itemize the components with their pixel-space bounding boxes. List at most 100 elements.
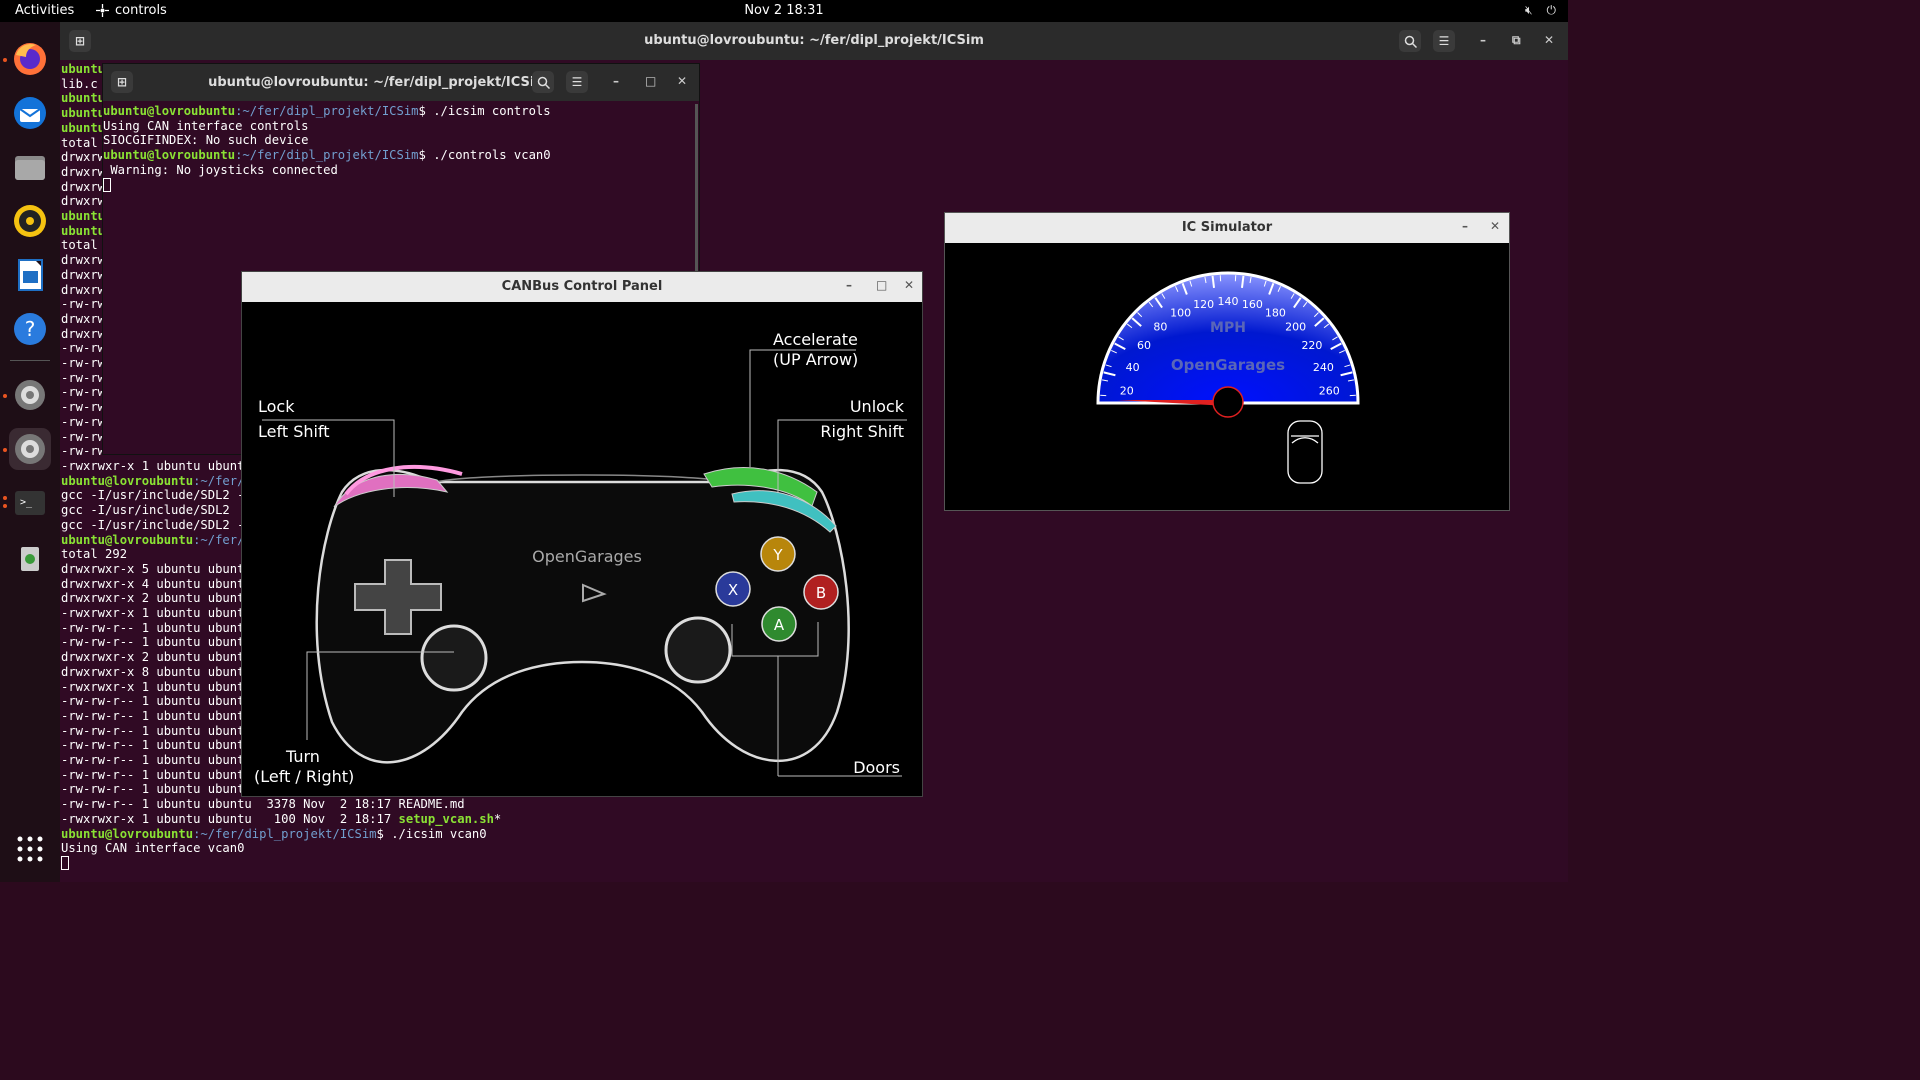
new-tab-button[interactable]: ⊞ (111, 71, 133, 93)
controls-app-icon (96, 4, 109, 17)
gauge-tick-label: 180 (1265, 307, 1286, 320)
terminal-header: ⊞ ubuntu@lovroubuntu: ~/fer/dipl_projekt… (60, 22, 1568, 60)
gauge-tick-label: 160 (1242, 298, 1263, 311)
terminal-line: ubuntu (61, 91, 106, 106)
terminal-line: lib.c (61, 76, 98, 91)
gauge-tick-label: 220 (1301, 339, 1322, 352)
power-icon: ⏻ (1546, 3, 1557, 17)
close-button[interactable]: ✕ (1544, 33, 1554, 47)
cursor (61, 856, 69, 870)
settings-icon[interactable] (9, 374, 51, 416)
accelerate-label: Accelerate (773, 330, 858, 349)
terminal-line: Using CAN interface vcan0 (61, 841, 245, 856)
terminal-line: -rw-rw-r-- 1 ubuntu ubuntu 3378 Nov 2 18… (61, 797, 465, 812)
terminal-line: drwxrw (61, 326, 106, 341)
thunderbird-icon[interactable] (9, 92, 51, 134)
firefox-icon[interactable] (9, 38, 51, 80)
close-button[interactable]: ✕ (1490, 219, 1500, 233)
help-icon[interactable]: ? (9, 308, 51, 350)
terminal-line: ubuntu@lovroubuntu:~/fer/dipl_projekt/IC… (61, 826, 487, 841)
lock-label: Lock (258, 397, 295, 416)
volume-muted-icon: 🔇︎ (1524, 3, 1533, 17)
system-tray[interactable]: 🔇︎ ⏻ (1525, 3, 1556, 18)
minimize-button[interactable]: – (1462, 219, 1468, 233)
writer-icon[interactable] (9, 254, 51, 296)
gauge-tick-label: 60 (1137, 339, 1151, 352)
terminal-line: total (61, 135, 98, 150)
dock: ? >_ (0, 22, 60, 882)
search-button[interactable] (1399, 30, 1421, 52)
terminal-line: drwxrw (61, 164, 106, 179)
terminal-output-partial: ubuntu lib.c ubuntu ubuntu ubuntu total drwxrw… (61, 62, 105, 459)
terminal-line: ubuntu (61, 120, 106, 135)
terminal-line: Using CAN interface controls (103, 118, 309, 133)
show-apps-icon[interactable] (9, 828, 51, 870)
speedometer: 20406080100120 140 160180200220240260 MPH … (1096, 271, 1360, 484)
activities-button[interactable]: Activities (15, 3, 74, 18)
app-menu[interactable]: controls (96, 3, 167, 18)
search-icon (1404, 35, 1417, 48)
terminal-line: total (61, 238, 98, 253)
gauge-tick-label: 140 (1218, 295, 1239, 308)
gauge-tick-label: 240 (1313, 361, 1334, 374)
brand-label: OpenGarages (1171, 356, 1285, 374)
menu-button[interactable]: ☰ (566, 71, 588, 93)
gauge-tick-label: 100 (1170, 307, 1191, 320)
turn-label: Turn (286, 747, 320, 766)
cursor (103, 178, 111, 192)
terminal-line: drwxrw (61, 253, 106, 268)
terminal-line: ubuntu (61, 223, 106, 238)
button-b-label: B (816, 584, 826, 602)
restore-button[interactable]: ⧉ (1512, 33, 1521, 48)
maximize-button[interactable]: □ (876, 278, 887, 292)
terminal-line: drwxrw (61, 179, 106, 194)
top-bar: Activities controls Nov 2 18:31 🔇︎ ⏻ (0, 0, 1568, 22)
rhythmbox-icon[interactable] (9, 200, 51, 242)
terminal-line: drwxrw (61, 282, 106, 297)
unlock-key-label: Right Shift (820, 422, 904, 441)
gauge-tick-label: 80 (1153, 321, 1167, 334)
maximize-button[interactable]: □ (645, 74, 656, 88)
terminal-line: ubuntu (61, 106, 106, 121)
gamepad-diagram[interactable]: Y X B A OpenGarages (242, 302, 922, 796)
search-icon (537, 76, 550, 89)
minimize-button[interactable]: – (613, 74, 619, 88)
window-title: CANBus Control Panel (501, 279, 663, 294)
unlock-label: Unlock (849, 397, 904, 416)
files-icon[interactable] (9, 146, 51, 188)
button-y-label: Y (772, 546, 783, 564)
terminal-header: ⊞ ubuntu@lovroubuntu: ~/fer/dipl_projekt… (103, 64, 699, 101)
menu-button[interactable]: ☰ (1433, 30, 1455, 52)
terminal-line: -rw-rw (61, 297, 106, 312)
trash-icon[interactable] (9, 536, 51, 578)
hamburger-icon: ☰ (1438, 34, 1450, 48)
terminal-line: ubuntu (61, 62, 106, 76)
clock[interactable]: Nov 2 18:31 (0, 3, 1568, 18)
terminal-line: Warning: No joysticks connected (103, 162, 338, 177)
terminal-line: -rw-rw (61, 400, 106, 415)
close-button[interactable]: ✕ (677, 74, 687, 88)
terminal-line: -rw-rw (61, 429, 106, 444)
terminal-line: drwxrw (61, 194, 106, 209)
close-button[interactable]: ✕ (904, 278, 914, 292)
settings-active-icon[interactable] (9, 428, 51, 470)
brand-label: OpenGarages (532, 547, 642, 566)
canbus-control-panel-window[interactable]: CANBus Control Panel – □ ✕ Y X B A OpenG… (241, 271, 923, 797)
gauge-tick-label: 40 (1126, 361, 1140, 374)
app-name: controls (115, 3, 167, 18)
hamburger-icon: ☰ (571, 75, 583, 89)
scrollbar[interactable] (695, 104, 698, 272)
terminal-icon[interactable]: >_ (9, 482, 51, 524)
terminal-line: -rw-rw (61, 385, 106, 400)
window-header: IC Simulator – ✕ (945, 213, 1509, 243)
minimize-button[interactable]: – (846, 278, 852, 292)
ic-simulator-window[interactable]: IC Simulator – ✕ 20 40 60 80 100 120 140 160 180… (944, 212, 1510, 511)
button-a-label: A (774, 616, 785, 634)
lock-key-label: Left Shift (258, 422, 330, 441)
terminal-title: ubuntu@lovroubuntu: ~/fer/dipl_projekt/I… (644, 33, 984, 48)
minimize-button[interactable]: – (1480, 33, 1486, 47)
search-button[interactable] (532, 71, 554, 93)
svg-text:?: ? (25, 317, 36, 341)
terminal-line: -rw-rw (61, 356, 106, 371)
terminal-line: -rwxrwxr-x 1 ubuntu ubuntu 100 Nov 2 18:… (61, 811, 502, 826)
